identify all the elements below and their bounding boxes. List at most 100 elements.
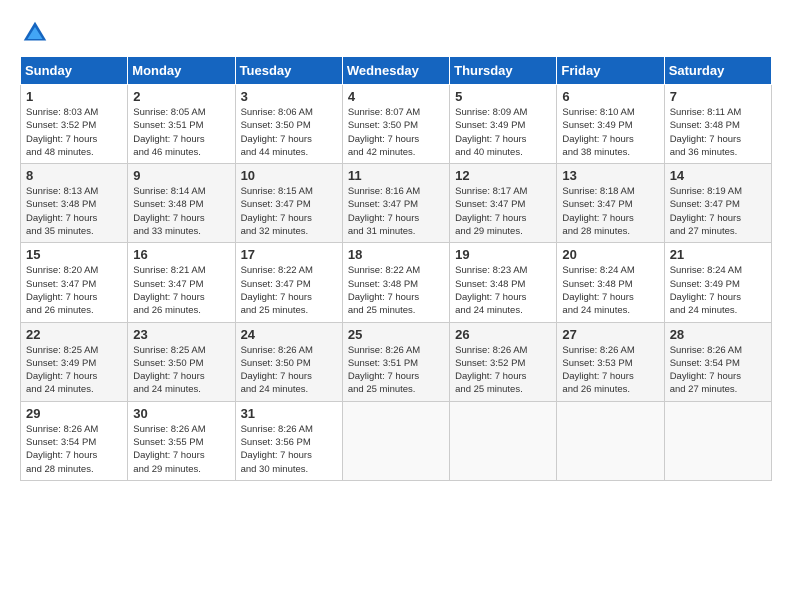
day-info: Sunrise: 8:17 AM Sunset: 3:47 PM Dayligh…	[455, 185, 551, 238]
calendar-cell: 17 Sunrise: 8:22 AM Sunset: 3:47 PM Dayli…	[235, 243, 342, 322]
day-info: Sunrise: 8:24 AM Sunset: 3:48 PM Dayligh…	[562, 264, 658, 317]
day-number: 16	[133, 247, 229, 262]
day-number: 6	[562, 89, 658, 104]
day-number: 1	[26, 89, 122, 104]
calendar-cell: 14 Sunrise: 8:19 AM Sunset: 3:47 PM Dayli…	[664, 164, 771, 243]
day-info: Sunrise: 8:11 AM Sunset: 3:48 PM Dayligh…	[670, 106, 766, 159]
day-number: 14	[670, 168, 766, 183]
calendar-header-tuesday: Tuesday	[235, 57, 342, 85]
day-info: Sunrise: 8:24 AM Sunset: 3:49 PM Dayligh…	[670, 264, 766, 317]
day-info: Sunrise: 8:26 AM Sunset: 3:52 PM Dayligh…	[455, 344, 551, 397]
day-number: 23	[133, 327, 229, 342]
day-number: 15	[26, 247, 122, 262]
calendar-week-3: 15 Sunrise: 8:20 AM Sunset: 3:47 PM Dayli…	[21, 243, 772, 322]
calendar-header-wednesday: Wednesday	[342, 57, 449, 85]
calendar-cell: 22 Sunrise: 8:25 AM Sunset: 3:49 PM Dayli…	[21, 322, 128, 401]
calendar-cell: 30 Sunrise: 8:26 AM Sunset: 3:55 PM Dayli…	[128, 401, 235, 480]
calendar-cell	[664, 401, 771, 480]
day-info: Sunrise: 8:22 AM Sunset: 3:47 PM Dayligh…	[241, 264, 337, 317]
day-number: 7	[670, 89, 766, 104]
day-number: 19	[455, 247, 551, 262]
calendar-cell: 29 Sunrise: 8:26 AM Sunset: 3:54 PM Dayli…	[21, 401, 128, 480]
day-info: Sunrise: 8:18 AM Sunset: 3:47 PM Dayligh…	[562, 185, 658, 238]
day-info: Sunrise: 8:25 AM Sunset: 3:49 PM Dayligh…	[26, 344, 122, 397]
page: SundayMondayTuesdayWednesdayThursdayFrid…	[0, 0, 792, 491]
day-info: Sunrise: 8:13 AM Sunset: 3:48 PM Dayligh…	[26, 185, 122, 238]
calendar-cell: 24 Sunrise: 8:26 AM Sunset: 3:50 PM Dayli…	[235, 322, 342, 401]
day-info: Sunrise: 8:10 AM Sunset: 3:49 PM Dayligh…	[562, 106, 658, 159]
day-info: Sunrise: 8:26 AM Sunset: 3:54 PM Dayligh…	[670, 344, 766, 397]
calendar-cell: 16Sunrise: 8:21 AM Sunset: 3:47 PM Dayli…	[128, 243, 235, 322]
day-number: 25	[348, 327, 444, 342]
calendar-cell	[342, 401, 449, 480]
day-info: Sunrise: 8:25 AM Sunset: 3:50 PM Dayligh…	[133, 344, 229, 397]
calendar-cell: 19Sunrise: 8:23 AM Sunset: 3:48 PM Dayli…	[450, 243, 557, 322]
day-info: Sunrise: 8:20 AM Sunset: 3:47 PM Dayligh…	[26, 264, 122, 317]
calendar-cell: 26 Sunrise: 8:26 AM Sunset: 3:52 PM Dayli…	[450, 322, 557, 401]
calendar-cell	[450, 401, 557, 480]
calendar-header-friday: Friday	[557, 57, 664, 85]
calendar-cell	[557, 401, 664, 480]
day-info: Sunrise: 8:16 AM Sunset: 3:47 PM Dayligh…	[348, 185, 444, 238]
calendar: SundayMondayTuesdayWednesdayThursdayFrid…	[20, 56, 772, 481]
day-number: 31	[241, 406, 337, 421]
day-number: 9	[133, 168, 229, 183]
calendar-cell: 18Sunrise: 8:22 AM Sunset: 3:48 PM Dayli…	[342, 243, 449, 322]
day-info: Sunrise: 8:05 AM Sunset: 3:51 PM Dayligh…	[133, 106, 229, 159]
day-number: 28	[670, 327, 766, 342]
calendar-cell: 25 Sunrise: 8:26 AM Sunset: 3:51 PM Dayli…	[342, 322, 449, 401]
calendar-cell: 23 Sunrise: 8:25 AM Sunset: 3:50 PM Dayli…	[128, 322, 235, 401]
day-info: Sunrise: 8:06 AM Sunset: 3:50 PM Dayligh…	[241, 106, 337, 159]
calendar-cell: 12 Sunrise: 8:17 AM Sunset: 3:47 PM Dayli…	[450, 164, 557, 243]
day-number: 10	[241, 168, 337, 183]
day-info: Sunrise: 8:19 AM Sunset: 3:47 PM Dayligh…	[670, 185, 766, 238]
day-info: Sunrise: 8:22 AM Sunset: 3:48 PM Dayligh…	[348, 264, 444, 317]
calendar-cell: 9 Sunrise: 8:14 AM Sunset: 3:48 PM Daylig…	[128, 164, 235, 243]
calendar-header-thursday: Thursday	[450, 57, 557, 85]
day-info: Sunrise: 8:14 AM Sunset: 3:48 PM Dayligh…	[133, 185, 229, 238]
calendar-cell: 5Sunrise: 8:09 AM Sunset: 3:49 PM Daylig…	[450, 85, 557, 164]
day-number: 12	[455, 168, 551, 183]
calendar-week-1: 1 Sunrise: 8:03 AM Sunset: 3:52 PM Daylig…	[21, 85, 772, 164]
day-number: 11	[348, 168, 444, 183]
calendar-week-4: 22 Sunrise: 8:25 AM Sunset: 3:49 PM Dayli…	[21, 322, 772, 401]
day-info: Sunrise: 8:26 AM Sunset: 3:55 PM Dayligh…	[133, 423, 229, 476]
day-number: 20	[562, 247, 658, 262]
calendar-cell: 7 Sunrise: 8:11 AM Sunset: 3:48 PM Daylig…	[664, 85, 771, 164]
day-info: Sunrise: 8:07 AM Sunset: 3:50 PM Dayligh…	[348, 106, 444, 159]
day-number: 3	[241, 89, 337, 104]
day-number: 26	[455, 327, 551, 342]
day-number: 17	[241, 247, 337, 262]
calendar-cell: 28 Sunrise: 8:26 AM Sunset: 3:54 PM Dayli…	[664, 322, 771, 401]
day-info: Sunrise: 8:03 AM Sunset: 3:52 PM Dayligh…	[26, 106, 122, 159]
calendar-week-5: 29 Sunrise: 8:26 AM Sunset: 3:54 PM Dayli…	[21, 401, 772, 480]
day-number: 29	[26, 406, 122, 421]
day-info: Sunrise: 8:15 AM Sunset: 3:47 PM Dayligh…	[241, 185, 337, 238]
calendar-cell: 27Sunrise: 8:26 AM Sunset: 3:53 PM Dayli…	[557, 322, 664, 401]
day-number: 8	[26, 168, 122, 183]
day-number: 5	[455, 89, 551, 104]
day-number: 22	[26, 327, 122, 342]
day-number: 30	[133, 406, 229, 421]
calendar-cell: 1 Sunrise: 8:03 AM Sunset: 3:52 PM Daylig…	[21, 85, 128, 164]
day-number: 24	[241, 327, 337, 342]
calendar-cell: 4 Sunrise: 8:07 AM Sunset: 3:50 PM Daylig…	[342, 85, 449, 164]
day-info: Sunrise: 8:26 AM Sunset: 3:51 PM Dayligh…	[348, 344, 444, 397]
calendar-cell: 8 Sunrise: 8:13 AM Sunset: 3:48 PM Daylig…	[21, 164, 128, 243]
calendar-week-2: 8 Sunrise: 8:13 AM Sunset: 3:48 PM Daylig…	[21, 164, 772, 243]
day-info: Sunrise: 8:26 AM Sunset: 3:54 PM Dayligh…	[26, 423, 122, 476]
day-info: Sunrise: 8:26 AM Sunset: 3:56 PM Dayligh…	[241, 423, 337, 476]
logo-icon	[20, 18, 50, 48]
calendar-cell: 31 Sunrise: 8:26 AM Sunset: 3:56 PM Dayli…	[235, 401, 342, 480]
calendar-cell: 10 Sunrise: 8:15 AM Sunset: 3:47 PM Dayli…	[235, 164, 342, 243]
day-info: Sunrise: 8:26 AM Sunset: 3:50 PM Dayligh…	[241, 344, 337, 397]
calendar-cell: 3 Sunrise: 8:06 AM Sunset: 3:50 PM Daylig…	[235, 85, 342, 164]
calendar-header-saturday: Saturday	[664, 57, 771, 85]
day-number: 21	[670, 247, 766, 262]
day-number: 4	[348, 89, 444, 104]
calendar-cell: 21 Sunrise: 8:24 AM Sunset: 3:49 PM Dayli…	[664, 243, 771, 322]
calendar-cell: 2Sunrise: 8:05 AM Sunset: 3:51 PM Daylig…	[128, 85, 235, 164]
logo	[20, 18, 54, 48]
calendar-cell: 11 Sunrise: 8:16 AM Sunset: 3:47 PM Dayli…	[342, 164, 449, 243]
calendar-cell: 20 Sunrise: 8:24 AM Sunset: 3:48 PM Dayli…	[557, 243, 664, 322]
